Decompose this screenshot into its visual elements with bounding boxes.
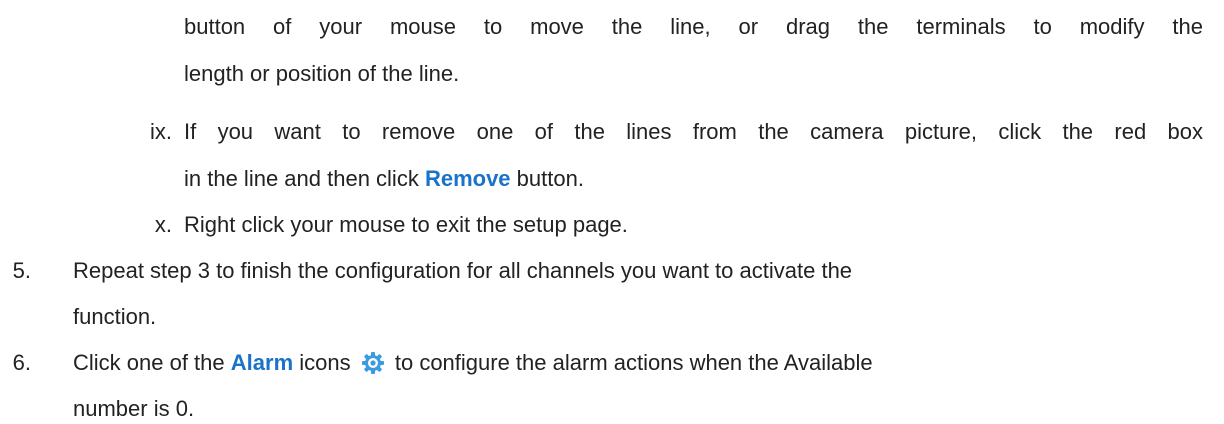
item-ix-line-2: in the line and then click Remove button… <box>184 164 584 194</box>
item-ix-number: ix. <box>150 119 172 144</box>
remove-keyword: Remove <box>424 166 511 191</box>
alarm-keyword: Alarm <box>230 350 294 375</box>
step-5-number: 5. <box>12 258 31 283</box>
step-6-number: 6. <box>12 350 31 375</box>
step-6-text-before: Click one of the <box>73 350 225 375</box>
step-5-line-2: function. <box>73 304 157 329</box>
item-viii-line-1: button of your mouse to move the line, o… <box>184 14 1203 39</box>
item-x-number: x. <box>154 212 172 237</box>
step-6-text-middle: icons <box>299 350 351 375</box>
item-viii-line-2: length or position of the line. <box>184 61 460 86</box>
item-ix-text-after: button. <box>516 166 584 191</box>
document-page: button of your mouse to move the line, o… <box>0 0 1224 421</box>
step-6-line-1: Click one of the Alarm icons to configur… <box>73 348 873 378</box>
step-6-line-2: number is 0. <box>73 396 195 421</box>
step-6-text-after: to configure the alarm actions when the … <box>394 350 873 375</box>
item-ix-text-before: in the line and then click <box>184 166 419 191</box>
gear-icon <box>361 351 385 383</box>
item-x-text: Right click your mouse to exit the setup… <box>184 212 628 237</box>
item-ix-line-1: If you want to remove one of the lines f… <box>184 119 1203 144</box>
step-5-line-1: Repeat step 3 to finish the configuratio… <box>73 258 853 283</box>
